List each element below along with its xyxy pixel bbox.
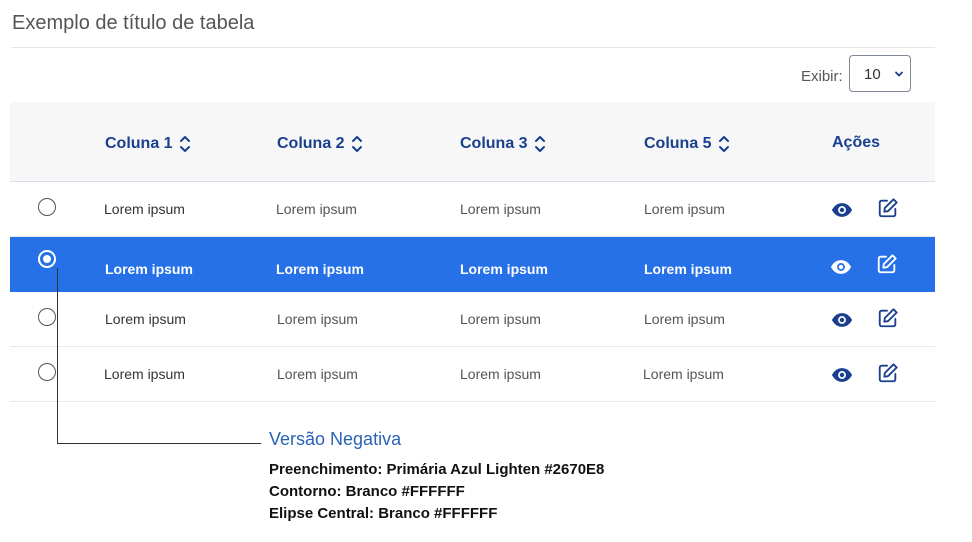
table-row-selected[interactable]: Lorem ipsum Lorem ipsum Lorem ipsum Lore… [10, 237, 935, 292]
row-radio-checked[interactable] [38, 250, 56, 268]
eye-icon[interactable] [830, 256, 852, 278]
column-header-5[interactable]: Coluna 5 [644, 134, 730, 154]
table-cell: Lorem ipsum [276, 201, 357, 217]
table-cell: Lorem ipsum [460, 311, 541, 327]
table-cell: Lorem ipsum [644, 261, 732, 277]
page-size-value: 10 [864, 66, 881, 83]
table-cell: Lorem ipsum [643, 366, 724, 382]
callout-leader-vertical [57, 268, 58, 443]
eye-icon[interactable] [831, 309, 853, 331]
table-cell: Lorem ipsum [460, 201, 541, 217]
edit-icon[interactable] [877, 307, 899, 329]
table-row[interactable]: Lorem ipsum Lorem ipsum Lorem ipsum Lore… [10, 292, 935, 347]
row-radio[interactable] [38, 198, 56, 216]
table-cell: Lorem ipsum [104, 366, 185, 382]
table-cell: Lorem ipsum [644, 201, 725, 217]
sort-icon[interactable] [534, 134, 546, 154]
show-label: Exibir: [801, 68, 843, 85]
edit-icon[interactable] [876, 253, 898, 275]
table-cell: Lorem ipsum [460, 261, 548, 277]
edit-icon[interactable] [877, 362, 899, 384]
column-header-2[interactable]: Coluna 2 [277, 134, 363, 154]
table-cell: Lorem ipsum [460, 366, 541, 382]
table-cell: Lorem ipsum [276, 261, 364, 277]
table-cell: Lorem ipsum [277, 311, 358, 327]
column-header-actions: Ações [832, 134, 881, 151]
table-row[interactable]: Lorem ipsum Lorem ipsum Lorem ipsum Lore… [10, 182, 935, 237]
row-radio[interactable] [38, 363, 56, 381]
chevron-down-icon [895, 71, 903, 77]
sort-icon[interactable] [718, 134, 730, 154]
table-header: Coluna 1 Coluna 2 Coluna 3 Coluna 5 Açõe… [10, 102, 935, 182]
table-cell: Lorem ipsum [277, 366, 358, 382]
table-cell: Lorem ipsum [644, 311, 725, 327]
table-row[interactable]: Lorem ipsum Lorem ipsum Lorem ipsum Lore… [10, 347, 935, 402]
callout-fill-spec: Preenchimento: Primária Azul Lighten #26… [269, 461, 605, 478]
sort-icon[interactable] [179, 134, 191, 154]
column-header-1[interactable]: Coluna 1 [105, 134, 191, 154]
callout-ellipse-spec: Elipse Central: Branco #FFFFFF [269, 505, 498, 522]
callout-title: Versão Negativa [269, 429, 402, 449]
row-radio[interactable] [38, 308, 56, 326]
sort-icon[interactable] [351, 134, 363, 154]
callout-leader-horizontal [57, 443, 261, 444]
table-cell: Lorem ipsum [104, 201, 185, 217]
data-table: Coluna 1 Coluna 2 Coluna 3 Coluna 5 Açõe… [10, 102, 935, 402]
eye-icon[interactable] [831, 199, 853, 221]
callout-border-spec: Contorno: Branco #FFFFFF [269, 483, 465, 500]
eye-icon[interactable] [831, 364, 853, 386]
edit-icon[interactable] [877, 197, 899, 219]
page-size-select[interactable]: 10 [849, 55, 911, 92]
table-cell: Lorem ipsum [105, 261, 193, 277]
title-divider [11, 47, 935, 48]
table-cell: Lorem ipsum [105, 311, 186, 327]
page-title: Exemplo de título de tabela [12, 12, 255, 34]
column-header-3[interactable]: Coluna 3 [460, 134, 546, 154]
